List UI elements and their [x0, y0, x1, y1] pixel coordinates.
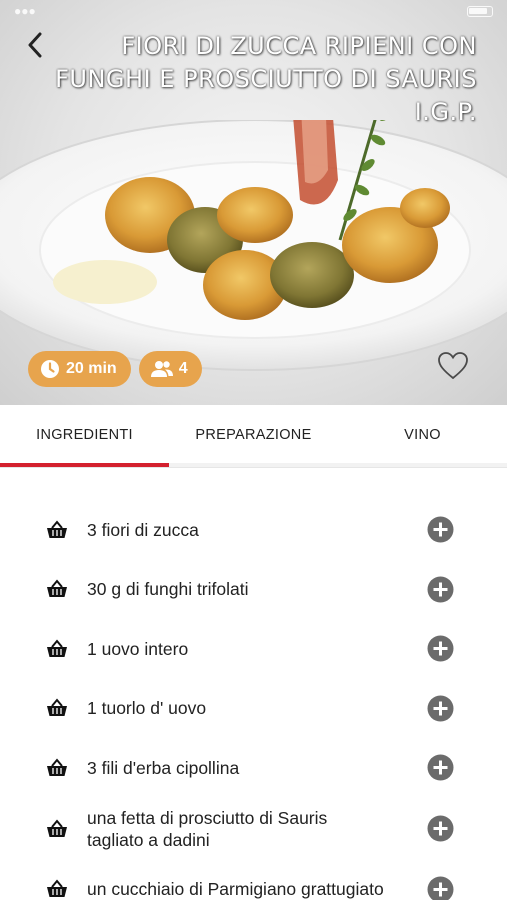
basket-icon: [47, 818, 67, 837]
tab-preparazione[interactable]: PREPARAZIONE: [169, 405, 338, 465]
recipe-tabs: INGREDIENTI PREPARAZIONE VINO: [0, 405, 507, 468]
ingredient-row: 1 tuorlo d' uovo: [0, 679, 507, 739]
tab-ingredienti[interactable]: INGREDIENTI: [0, 405, 169, 465]
ingredient-text: una fetta di prosciutto di Sauris taglia…: [87, 807, 328, 850]
dish-image: [0, 120, 507, 371]
ingredient-text: 3 fili d'erba cipollina: [87, 757, 240, 778]
ingredient-text: 30 g di funghi trifolati: [87, 579, 249, 600]
add-ingredient-button[interactable]: [427, 576, 454, 603]
add-ingredient-button[interactable]: [427, 754, 454, 781]
clock-icon: [41, 360, 59, 378]
ingredient-text: un cucchiaio di Parmigiano grattugiato: [87, 879, 384, 900]
basket-icon: [47, 698, 67, 717]
ingredient-row: un cucchiaio di Parmigiano grattugiato: [0, 860, 507, 900]
chevron-left-icon: [28, 32, 42, 58]
signal-icon: ●●●: [14, 4, 36, 18]
status-bar: ●●●: [0, 0, 507, 22]
add-ingredient-button[interactable]: [427, 635, 454, 662]
servings-badge: 4: [138, 351, 202, 387]
ingredient-row: 1 uovo intero: [0, 619, 507, 679]
add-ingredient-button[interactable]: [427, 516, 454, 543]
recipe-title: FIORI DI ZUCCA RIPIENI CON FUNGHI E PROS…: [55, 32, 477, 126]
time-badge: 20 min: [28, 351, 131, 387]
ingredient-row: una fetta di prosciutto di Sauris taglia…: [0, 798, 507, 860]
ingredient-row: 3 fiori di zucca: [0, 500, 507, 560]
ingredient-row: 30 g di funghi trifolati: [0, 560, 507, 620]
ingredients-list: 3 fiori di zucca 30 g di funghi trifolat…: [0, 500, 507, 900]
active-tab-indicator: [0, 463, 169, 467]
basket-icon: [47, 639, 67, 657]
ingredient-text: 1 tuorlo d' uovo: [87, 698, 207, 719]
tab-vino[interactable]: VINO: [338, 405, 507, 465]
servings-value: 4: [178, 360, 188, 377]
recipe-badges: 20 min 4: [28, 351, 202, 387]
time-value: 20 min: [66, 360, 117, 377]
people-icon: [150, 361, 173, 377]
ingredient-text: 3 fiori di zucca: [87, 519, 199, 540]
heart-outline-icon: [438, 352, 468, 380]
basket-icon: [47, 579, 67, 598]
add-ingredient-button[interactable]: [427, 695, 454, 722]
ingredient-row: 3 fili d'erba cipollina: [0, 738, 507, 798]
recipe-hero: ●●● FIORI DI ZUCCA RIPIENI CON FUNGHI E …: [0, 0, 507, 405]
ingredient-text: 1 uovo intero: [87, 638, 189, 659]
add-ingredient-button[interactable]: [427, 876, 454, 900]
basket-icon: [47, 758, 67, 776]
basket-icon: [47, 879, 67, 898]
add-ingredient-button[interactable]: [427, 815, 454, 842]
basket-icon: [47, 520, 67, 538]
battery-icon: [467, 5, 493, 17]
favorite-button[interactable]: [437, 350, 469, 382]
